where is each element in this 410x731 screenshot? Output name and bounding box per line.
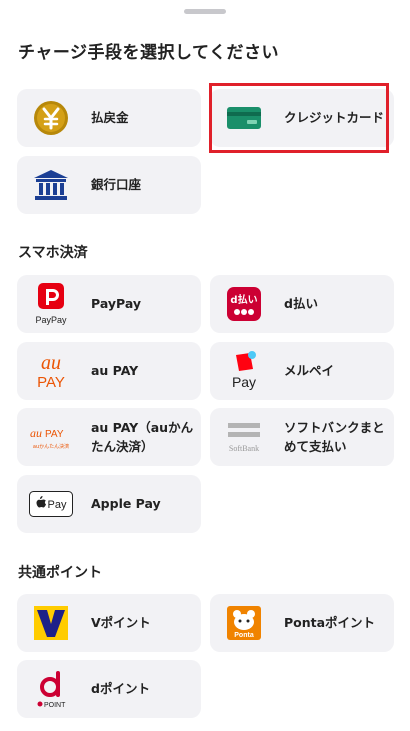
svg-text:Ponta: Ponta — [234, 632, 254, 639]
method-label: PayPay — [91, 296, 142, 312]
method-credit-card[interactable]: クレジットカード — [210, 89, 394, 147]
svg-text:PayPay: PayPay — [35, 315, 67, 325]
svg-text:auかんたん決済: auかんたん決済 — [33, 443, 69, 450]
method-ponta[interactable]: Ponta Pontaポイント — [210, 594, 394, 652]
section-title-smartphone-payment: スマホ決済 — [18, 245, 88, 261]
svg-text:PAY: PAY — [37, 374, 65, 391]
svg-text:SoftBank: SoftBank — [229, 444, 259, 453]
softbank-logo-icon: SoftBank — [222, 415, 266, 459]
svg-text:d払い: d払い — [230, 293, 257, 306]
apple-pay-logo-icon: Pay — [29, 482, 73, 526]
method-v-point[interactable]: V Vポイント — [17, 594, 201, 652]
d-point-logo-icon: POINT — [29, 667, 73, 711]
method-au-pay-kantan[interactable]: au PAY auかんたん決済 au PAY（auかんたん決済） — [17, 408, 201, 466]
svg-text:POINT: POINT — [44, 702, 66, 709]
method-label: Pontaポイント — [284, 615, 376, 631]
method-paypay[interactable]: PayPay PayPay — [17, 275, 201, 333]
method-au-pay[interactable]: au PAY au PAY — [17, 342, 201, 400]
method-d-point[interactable]: POINT dポイント — [17, 660, 201, 718]
method-d-barai[interactable]: d払い d払い — [210, 275, 394, 333]
d-barai-logo-icon: d払い — [222, 282, 266, 326]
method-refund[interactable]: 払戻金 — [17, 89, 201, 147]
paypay-logo-icon: PayPay — [29, 282, 73, 326]
method-softbank[interactable]: SoftBank ソフトバンクまとめて支払い — [210, 408, 394, 466]
method-apple-pay[interactable]: Pay Apple Pay — [17, 475, 201, 533]
bank-icon — [29, 163, 73, 207]
method-label: Vポイント — [91, 615, 151, 631]
method-label: Apple Pay — [91, 496, 161, 512]
ponta-logo-icon: Ponta — [222, 601, 266, 645]
v-point-logo-icon: V — [29, 601, 73, 645]
method-label: au PAY（auかんたん決済） — [91, 419, 194, 454]
method-bank-account[interactable]: 銀行口座 — [17, 156, 201, 214]
yen-coin-icon — [29, 96, 73, 140]
method-label: ソフトバンクまとめて支払い — [284, 419, 385, 454]
credit-card-icon — [222, 96, 266, 140]
section-title-common-points: 共通ポイント — [18, 565, 102, 581]
svg-text:Pay: Pay — [232, 374, 256, 390]
method-label: メルペイ — [284, 363, 335, 379]
method-label: d払い — [284, 296, 318, 312]
au-kantan-logo-icon: au PAY auかんたん決済 — [29, 415, 73, 459]
method-label: 払戻金 — [91, 110, 129, 126]
method-merpay[interactable]: Pay メルペイ — [210, 342, 394, 400]
svg-text:au: au — [30, 426, 42, 440]
sheet-grabber-handle[interactable] — [184, 9, 226, 14]
merpay-logo-icon: Pay — [222, 349, 266, 393]
page-title: チャージ手段を選択してください — [18, 43, 279, 63]
svg-text:au: au — [41, 352, 61, 374]
method-label: 銀行口座 — [91, 177, 142, 193]
svg-text:PAY: PAY — [45, 429, 64, 440]
svg-text:Pay: Pay — [48, 499, 67, 511]
au-pay-logo-icon: au PAY — [29, 349, 73, 393]
method-label: クレジットカード — [284, 110, 385, 126]
method-label: dポイント — [91, 681, 150, 697]
method-label: au PAY — [91, 363, 139, 379]
